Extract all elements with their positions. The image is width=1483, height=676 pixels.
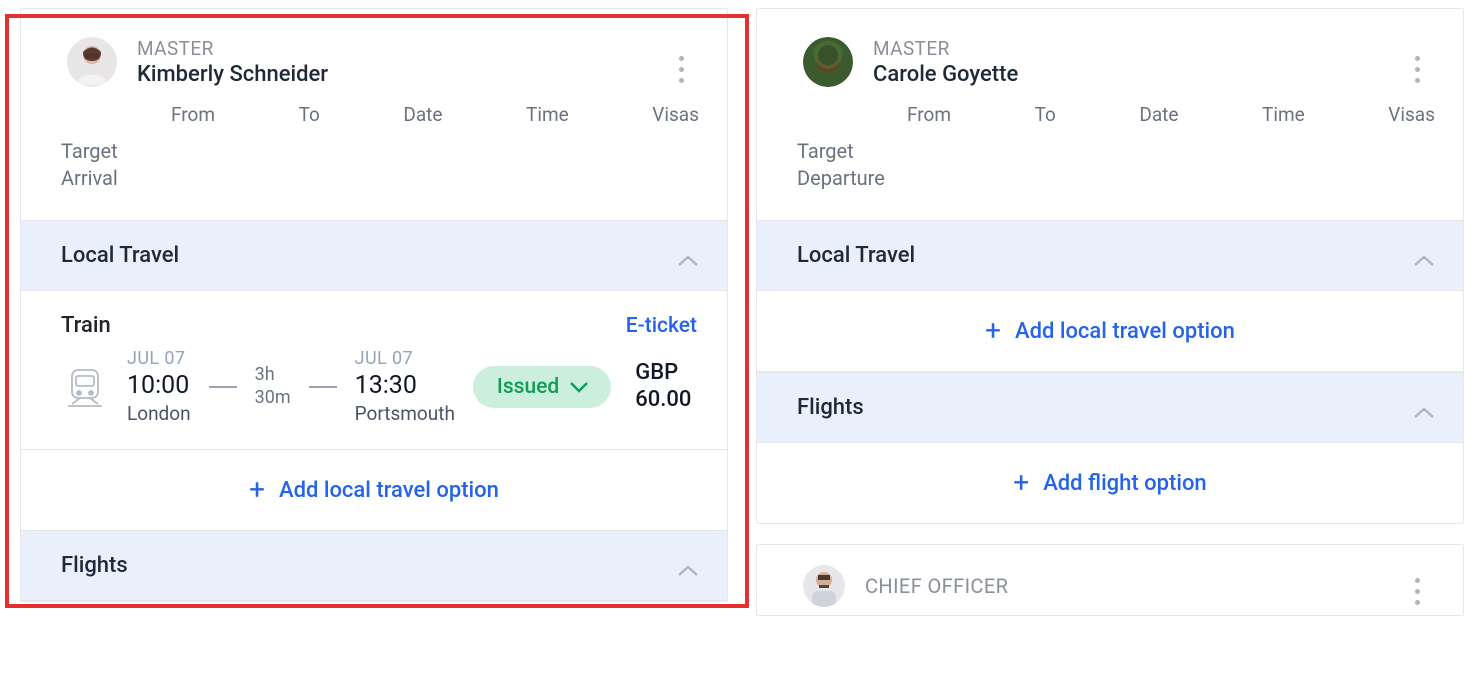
col-date: Date xyxy=(1139,103,1178,126)
amount: 60.00 xyxy=(635,387,691,413)
travel-card-left: MASTER Kimberly Schneider From To Date T… xyxy=(20,8,728,636)
target-label: Target xyxy=(797,138,1435,165)
travel-card-right: MASTER Carole Goyette From To Date Time … xyxy=(756,8,1464,636)
dep-time: 10:00 xyxy=(127,371,189,400)
card-header: MASTER Kimberly Schneider xyxy=(21,9,727,99)
card-header: CHIEF OFFICER xyxy=(757,545,1463,615)
more-menu-icon[interactable] xyxy=(669,49,693,89)
col-to: To xyxy=(1035,103,1056,126)
price: GBP 60.00 xyxy=(635,360,691,413)
target-label: Target xyxy=(61,138,699,165)
more-menu-icon[interactable] xyxy=(1405,571,1429,611)
section-local-travel[interactable]: Local Travel xyxy=(21,220,727,291)
dep-city: London xyxy=(127,402,191,425)
duration: 3h 30m xyxy=(255,364,291,409)
avatar xyxy=(67,37,117,87)
add-label: Add flight option xyxy=(1043,471,1207,496)
currency: GBP xyxy=(635,360,691,386)
person-name: Carole Goyette xyxy=(873,62,1018,87)
arr-date: JUL 07 xyxy=(355,348,413,369)
add-flight-button[interactable]: + Add flight option xyxy=(757,443,1463,523)
departure-block: JUL 07 10:00 London xyxy=(127,348,191,425)
chevron-down-icon xyxy=(569,380,589,394)
col-time: Time xyxy=(1262,103,1305,126)
col-visas: Visas xyxy=(1388,103,1435,126)
arrival-block: JUL 07 13:30 Portsmouth xyxy=(355,348,455,425)
eticket-link[interactable]: E-ticket xyxy=(626,314,697,338)
plus-icon: + xyxy=(985,317,1001,345)
role-label: MASTER xyxy=(873,37,1018,60)
section-flights[interactable]: Flights xyxy=(21,530,727,601)
section-flights[interactable]: Flights xyxy=(757,372,1463,443)
status-text: Issued xyxy=(497,375,559,399)
arr-city: Portsmouth xyxy=(355,402,455,425)
status-dropdown[interactable]: Issued xyxy=(473,366,611,408)
divider-icon xyxy=(309,386,337,388)
col-time: Time xyxy=(526,103,569,126)
target-direction: Departure xyxy=(797,165,1435,192)
plus-icon: + xyxy=(249,476,265,504)
col-visas: Visas xyxy=(652,103,699,126)
section-title: Flights xyxy=(61,553,128,578)
role-label: CHIEF OFFICER xyxy=(865,574,1008,598)
role-label: MASTER xyxy=(137,37,328,60)
column-headers: From To Date Time Visas xyxy=(757,99,1463,132)
avatar xyxy=(803,37,853,87)
section-title: Local Travel xyxy=(61,243,179,268)
section-title: Flights xyxy=(797,395,864,420)
train-segment: Train E-ticket JUL 07 10:00 London 3h xyxy=(21,291,727,450)
col-to: To xyxy=(299,103,320,126)
chevron-up-icon xyxy=(677,559,699,573)
add-label: Add local travel option xyxy=(1015,319,1235,344)
column-headers: From To Date Time Visas xyxy=(21,99,727,132)
col-from: From xyxy=(907,103,951,126)
chevron-up-icon xyxy=(1413,249,1435,263)
more-menu-icon[interactable] xyxy=(1405,49,1429,89)
plus-icon: + xyxy=(1013,469,1029,497)
add-label: Add local travel option xyxy=(279,478,499,503)
card-header: MASTER Carole Goyette xyxy=(757,9,1463,99)
target-direction: Arrival xyxy=(61,165,699,192)
arr-time: 13:30 xyxy=(355,371,417,400)
col-date: Date xyxy=(403,103,442,126)
divider-icon xyxy=(209,386,237,388)
chevron-up-icon xyxy=(1413,401,1435,415)
person-name: Kimberly Schneider xyxy=(137,62,328,87)
add-local-travel-button[interactable]: + Add local travel option xyxy=(757,291,1463,372)
train-icon xyxy=(61,363,109,411)
travel-mode-label: Train xyxy=(61,313,111,338)
add-local-travel-button[interactable]: + Add local travel option xyxy=(21,450,727,530)
chevron-up-icon xyxy=(677,249,699,263)
col-from: From xyxy=(171,103,215,126)
section-title: Local Travel xyxy=(797,243,915,268)
section-local-travel[interactable]: Local Travel xyxy=(757,220,1463,291)
dep-date: JUL 07 xyxy=(127,348,185,369)
avatar xyxy=(803,565,845,607)
